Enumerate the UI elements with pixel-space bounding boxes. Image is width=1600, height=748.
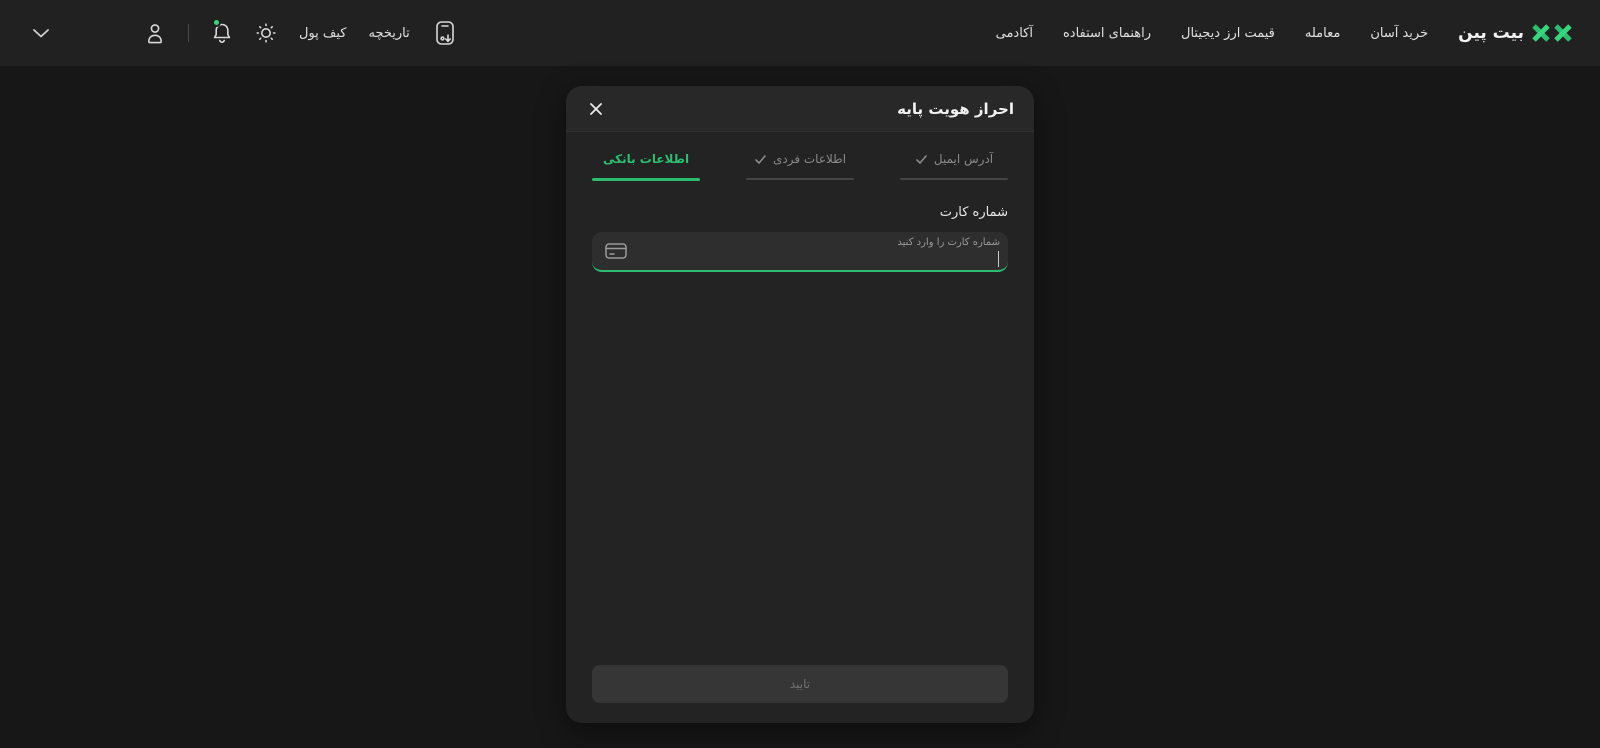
phone-download-icon <box>432 19 458 47</box>
brand-name: بیت پین <box>1458 23 1524 43</box>
modal-header: احراز هویت پایه <box>566 86 1034 132</box>
person-icon <box>144 21 166 45</box>
modal-title: احراز هویت پایه <box>897 100 1014 118</box>
navbar-right-group: بیت پین خرید آسان معامله قیمت ارز دیجیتا… <box>996 23 1572 43</box>
tab-underline-active <box>592 178 700 181</box>
close-icon <box>588 101 604 117</box>
nav-link-trade[interactable]: معامله <box>1305 26 1340 41</box>
bitpin-logo-icon <box>1532 23 1572 43</box>
submit-button[interactable]: تایید <box>592 665 1008 703</box>
sun-icon <box>255 22 277 44</box>
nav-link-history[interactable]: تاریخچه <box>368 26 409 41</box>
navbar-left-group: تاریخچه کیف پول <box>30 19 458 47</box>
nav-link-academy[interactable]: آکادمی <box>996 26 1033 41</box>
card-number-label: شماره کارت <box>592 205 1008 220</box>
app-deposit-button[interactable] <box>432 19 458 47</box>
tab-email-label: آدرس ایمیل <box>934 152 993 166</box>
nav-links: خرید آسان معامله قیمت ارز دیجیتال راهنما… <box>996 26 1429 41</box>
nav-link-easy-buy[interactable]: خرید آسان <box>1370 26 1428 41</box>
nav-link-user-guide[interactable]: راهنمای استفاده <box>1063 26 1151 41</box>
modal-body: آدرس ایمیل اطلاعات فردی <box>566 132 1034 665</box>
chevron-down-icon <box>30 26 52 40</box>
tab-personal-info[interactable]: اطلاعات فردی <box>746 146 854 181</box>
tab-bank-label: اطلاعات بانکی <box>603 152 689 166</box>
kyc-modal: احراز هویت پایه آدرس ایمیل <box>566 86 1034 723</box>
modal-footer: تایید <box>566 665 1034 723</box>
nav-link-crypto-prices[interactable]: قیمت ارز دیجیتال <box>1181 26 1275 41</box>
card-number-input[interactable] <box>720 235 1000 249</box>
text-caret <box>998 251 999 267</box>
kyc-step-tabs: آدرس ایمیل اطلاعات فردی <box>592 146 1008 181</box>
tab-personal-label: اطلاعات فردی <box>773 152 846 166</box>
credit-card-icon <box>604 241 628 261</box>
modal-close-button[interactable] <box>586 99 606 119</box>
tab-bank-info[interactable]: اطلاعات بانکی <box>592 146 700 181</box>
collapse-navbar-button[interactable] <box>30 26 52 40</box>
theme-toggle-button[interactable] <box>255 22 277 44</box>
check-icon <box>915 153 928 166</box>
card-number-field[interactable] <box>592 232 1008 272</box>
profile-button[interactable] <box>144 21 166 45</box>
tab-email-address[interactable]: آدرس ایمیل <box>900 146 1008 181</box>
tab-underline <box>746 178 854 180</box>
nav-link-wallet[interactable]: کیف پول <box>299 26 346 41</box>
brand-logo[interactable]: بیت پین <box>1458 23 1572 43</box>
top-navbar: بیت پین خرید آسان معامله قیمت ارز دیجیتا… <box>0 0 1600 66</box>
page-overlay: احراز هویت پایه آدرس ایمیل <box>0 66 1600 748</box>
tab-underline <box>900 178 1008 180</box>
check-icon <box>754 153 767 166</box>
notification-badge-dot <box>212 18 221 27</box>
navbar-divider <box>188 24 189 42</box>
notifications-button[interactable] <box>211 21 233 45</box>
